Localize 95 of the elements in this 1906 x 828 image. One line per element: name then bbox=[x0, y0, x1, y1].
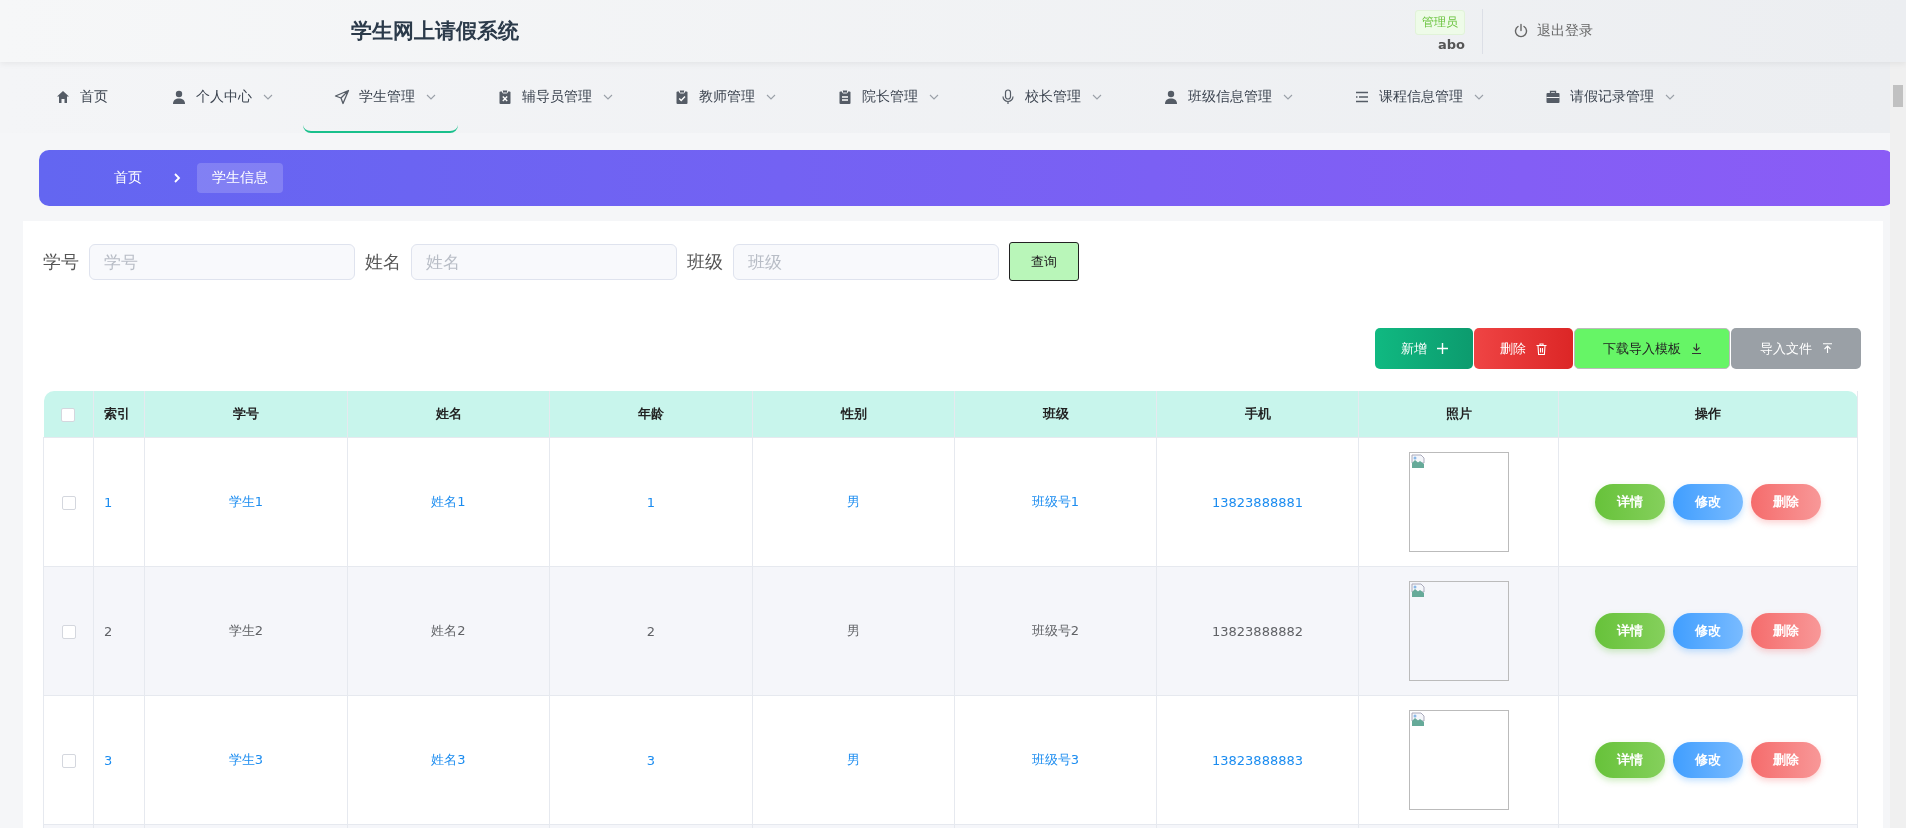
chevron-right-icon bbox=[173, 173, 181, 183]
field-label: 班级 bbox=[687, 249, 723, 274]
user-icon bbox=[171, 88, 187, 105]
add-button[interactable]: 新增 bbox=[1375, 328, 1473, 369]
nav-menu-item[interactable]: 首页 bbox=[24, 62, 132, 133]
column-header: 姓名 bbox=[347, 391, 550, 438]
table-cell: 3 bbox=[549, 695, 753, 825]
table-cell: 男 bbox=[752, 566, 955, 696]
clipboard-check-icon bbox=[674, 88, 690, 105]
table-cell: 姓名3 bbox=[347, 695, 550, 825]
table-cell: 班级号3 bbox=[954, 695, 1157, 825]
column-header: 照片 bbox=[1358, 391, 1559, 438]
search-field[interactable]: 学号 bbox=[89, 243, 355, 280]
table-cell: 1 bbox=[549, 437, 753, 567]
table-cell: 3 bbox=[93, 695, 145, 825]
breadcrumb-item[interactable]: 首页 bbox=[99, 163, 157, 193]
chevron-down-icon bbox=[929, 93, 939, 100]
nav-menu-item[interactable]: 课程信息管理 bbox=[1323, 62, 1506, 133]
system-title: 学生网上请假系统 bbox=[351, 18, 519, 45]
search-field[interactable]: 班级 bbox=[733, 243, 999, 280]
search-button[interactable]: 查询 bbox=[1009, 242, 1079, 281]
row-checkbox[interactable] bbox=[61, 624, 76, 639]
table-cell: 姓名1 bbox=[347, 437, 550, 567]
trash-icon bbox=[1536, 342, 1547, 355]
row-checkbox[interactable] bbox=[61, 495, 76, 510]
search-field[interactable]: 姓名 bbox=[411, 243, 677, 280]
column-header: 操作 bbox=[1558, 391, 1858, 438]
column-header: 年龄 bbox=[549, 391, 753, 438]
edit-button[interactable]: 修改 bbox=[1673, 742, 1743, 778]
column-header: 索引 bbox=[93, 391, 145, 438]
broken-image-icon bbox=[1410, 454, 1427, 470]
table-cell: 1 bbox=[93, 437, 145, 567]
delete-button[interactable]: 删除 bbox=[1751, 742, 1821, 778]
delete-button[interactable]: 删除 bbox=[1474, 328, 1573, 369]
plus-icon bbox=[1436, 343, 1448, 354]
chevron-down-icon bbox=[1092, 93, 1102, 100]
scrollbar[interactable] bbox=[1890, 62, 1906, 828]
chevron-down-icon bbox=[1474, 93, 1484, 100]
column-header: 班级 bbox=[954, 391, 1157, 438]
nav-menu-item[interactable]: 学生管理 bbox=[303, 62, 458, 133]
username: abo bbox=[1438, 37, 1465, 52]
role-badge: 管理员 bbox=[1415, 10, 1465, 35]
clipboard-icon bbox=[837, 88, 853, 105]
delete-button[interactable]: 删除 bbox=[1751, 613, 1821, 649]
table-cell: 男 bbox=[752, 437, 955, 567]
table-cell: 学生2 bbox=[144, 566, 348, 696]
chevron-down-icon bbox=[766, 93, 776, 100]
edit-button[interactable]: 修改 bbox=[1673, 613, 1743, 649]
nav-menu-item[interactable]: 辅导员管理 bbox=[466, 62, 635, 133]
nav-menu-item[interactable]: 班级信息管理 bbox=[1132, 62, 1315, 133]
nav-menu-item[interactable]: 请假记录管理 bbox=[1514, 62, 1697, 133]
edit-button[interactable]: 修改 bbox=[1673, 484, 1743, 520]
import-button[interactable]: 导入文件 bbox=[1731, 328, 1861, 369]
table-cell: 13823888881 bbox=[1156, 437, 1359, 567]
row-checkbox[interactable] bbox=[61, 753, 76, 768]
table-cell: 13823888882 bbox=[1156, 566, 1359, 696]
table-cell: 2 bbox=[549, 566, 753, 696]
chevron-down-icon bbox=[603, 93, 613, 100]
user-icon bbox=[1163, 88, 1179, 105]
field-label: 姓名 bbox=[365, 249, 401, 274]
nav-menu-item[interactable]: 个人中心 bbox=[140, 62, 295, 133]
table-cell: 男 bbox=[752, 695, 955, 825]
table-cell: 姓名2 bbox=[347, 566, 550, 696]
table-cell: 2 bbox=[93, 566, 145, 696]
chevron-down-icon bbox=[263, 93, 273, 100]
download-button[interactable]: 下载导入模板 bbox=[1574, 328, 1730, 369]
table-cell: 学生1 bbox=[144, 437, 348, 567]
paper-plane-icon bbox=[334, 88, 350, 105]
download-icon bbox=[1690, 343, 1702, 354]
chevron-down-icon bbox=[1283, 93, 1293, 100]
table-cell: 学生3 bbox=[144, 695, 348, 825]
table-cell: 班级号1 bbox=[954, 437, 1157, 567]
column-header: 性别 bbox=[752, 391, 955, 438]
column-header: 学号 bbox=[144, 391, 348, 438]
briefcase-icon bbox=[1545, 88, 1561, 105]
delete-button[interactable]: 删除 bbox=[1751, 484, 1821, 520]
broken-image-icon bbox=[1410, 712, 1427, 728]
breadcrumb-item[interactable]: 学生信息 bbox=[197, 163, 283, 193]
table-cell: 13823888883 bbox=[1156, 695, 1359, 825]
microphone-icon bbox=[1000, 88, 1016, 105]
column-header: 手机 bbox=[1156, 391, 1359, 438]
nav-menu-item[interactable]: 院长管理 bbox=[806, 62, 961, 133]
table-cell: 班级号2 bbox=[954, 566, 1157, 696]
logout-button[interactable]: 退出登录 bbox=[1513, 22, 1593, 40]
chevron-down-icon bbox=[426, 93, 436, 100]
power-icon bbox=[1513, 23, 1529, 39]
select-all-checkbox[interactable] bbox=[61, 407, 76, 422]
home-icon bbox=[55, 88, 71, 105]
field-label: 学号 bbox=[43, 249, 79, 274]
clipboard-x-icon bbox=[497, 88, 513, 105]
broken-image-icon bbox=[1410, 583, 1427, 599]
nav-menu-item[interactable]: 教师管理 bbox=[643, 62, 798, 133]
upload-icon bbox=[1821, 343, 1833, 354]
nav-menu-item[interactable]: 校长管理 bbox=[969, 62, 1124, 133]
chevron-down-icon bbox=[1665, 93, 1675, 100]
